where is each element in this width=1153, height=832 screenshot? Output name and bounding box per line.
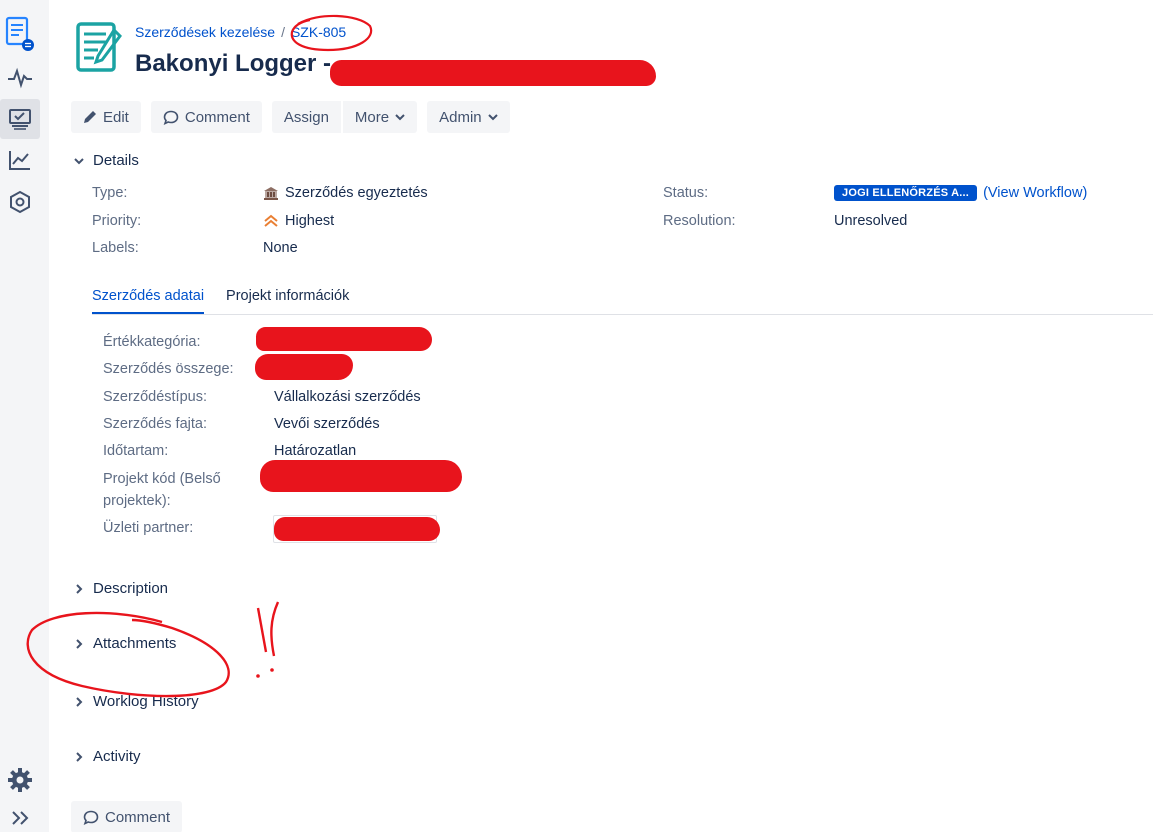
- business-partner-label: Üzleti partner:: [103, 520, 194, 536]
- chevron-right-icon: [73, 583, 85, 595]
- status-value: JOGI ELLENŐRZÉS A... (View Workflow): [834, 185, 1087, 201]
- tab-projekt-informaciok[interactable]: Projekt információk: [226, 288, 349, 314]
- contract-amount-label: Szerződés összege:: [103, 361, 234, 377]
- chevron-right-icon: [73, 751, 85, 763]
- building-icon: [264, 187, 278, 200]
- redaction-project-code: [260, 460, 462, 492]
- resolution-value: Unresolved: [834, 213, 908, 229]
- activity-pulse-icon[interactable]: [0, 58, 40, 98]
- chevron-down-icon: [73, 155, 85, 167]
- contract-kind-value: Vevői szerződés: [274, 416, 380, 432]
- issue-title[interactable]: Bakonyi Logger -: [135, 50, 331, 78]
- duration-value: Határozatlan: [274, 443, 357, 459]
- bottom-comment-button[interactable]: Comment: [71, 801, 183, 832]
- breadcrumb-separator: /: [281, 24, 285, 40]
- value-category-label: Értékkategória:: [103, 334, 201, 350]
- redaction-value-category: [256, 327, 432, 351]
- redaction-business-partner: [274, 517, 440, 541]
- view-workflow-link[interactable]: (View Workflow): [983, 185, 1087, 201]
- description-heading: Description: [93, 580, 169, 597]
- contract-type-value: Vállalkozási szerződés: [274, 389, 421, 405]
- details-section-toggle[interactable]: Details: [73, 152, 139, 169]
- tab-szerzodes-adatai[interactable]: Szerződés adatai: [92, 288, 205, 314]
- chevron-down-icon: [487, 114, 498, 121]
- contract-type-label: Szerződéstípus:: [103, 389, 207, 405]
- comment-button[interactable]: Comment: [150, 101, 262, 133]
- expand-sidebar-icon[interactable]: [0, 798, 40, 832]
- redaction-title: [330, 60, 656, 86]
- status-label: Status:: [663, 185, 709, 201]
- pencil-icon: [84, 111, 96, 123]
- issue-toolbar: Edit Comment Assign More Admin: [71, 101, 510, 133]
- resolution-label: Resolution:: [663, 213, 736, 229]
- priority-value: Highest: [263, 213, 334, 229]
- chevron-down-icon: [395, 114, 405, 121]
- comment-bubble-icon: [163, 110, 179, 125]
- priority-label: Priority:: [92, 213, 142, 229]
- activity-heading: Activity: [93, 748, 141, 765]
- project-code-label: Projekt kód (Belső projektek):: [103, 471, 221, 509]
- board-icon[interactable]: [0, 99, 40, 139]
- reports-chart-icon[interactable]: [0, 140, 40, 180]
- project-avatar: [74, 20, 122, 74]
- admin-dropdown-button[interactable]: Admin: [427, 101, 510, 133]
- breadcrumb-project-link[interactable]: Szerződések kezelése: [135, 24, 275, 40]
- details-heading: Details: [93, 152, 139, 169]
- type-value: Szerződés egyeztetés: [263, 185, 428, 201]
- assign-button[interactable]: Assign: [271, 101, 341, 133]
- more-dropdown-button[interactable]: More: [342, 101, 418, 133]
- contract-kind-label: Szerződés fajta:: [103, 416, 207, 432]
- description-section-toggle[interactable]: Description: [73, 580, 168, 597]
- duration-label: Időtartam:: [103, 443, 169, 459]
- labels-label: Labels:: [92, 240, 139, 256]
- settings-gear-icon[interactable]: [0, 760, 40, 800]
- project-issues-icon[interactable]: [0, 14, 40, 54]
- type-label: Type:: [92, 185, 128, 201]
- components-hexagon-icon[interactable]: [0, 182, 40, 222]
- redaction-contract-amount: [255, 354, 353, 380]
- labels-value: None: [263, 240, 298, 256]
- comment-bubble-icon: [83, 810, 99, 825]
- custom-fields-tabs: Szerződés adatai Projekt információk: [92, 288, 1153, 315]
- annotation-circle-issue-key: [290, 14, 373, 52]
- priority-highest-icon: [264, 214, 278, 227]
- status-badge[interactable]: JOGI ELLENŐRZÉS A...: [834, 185, 978, 201]
- annotation-circle-attachments: [26, 601, 280, 698]
- activity-section-toggle[interactable]: Activity: [73, 748, 141, 765]
- edit-button[interactable]: Edit: [71, 101, 141, 133]
